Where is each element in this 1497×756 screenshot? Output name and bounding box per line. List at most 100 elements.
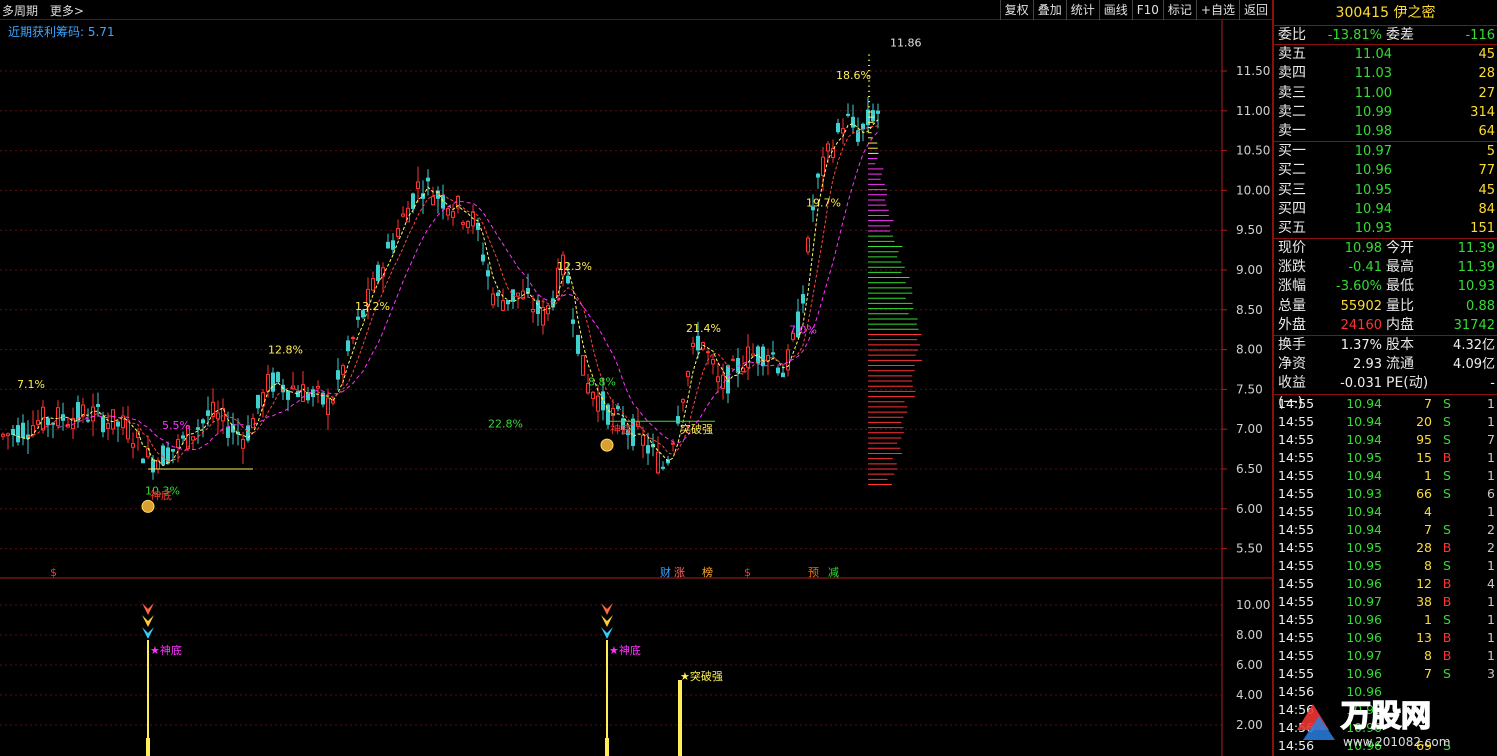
toolbar-button-1[interactable]: 叠加 [1032, 0, 1066, 20]
high-price-label: 11.86 [890, 36, 922, 49]
tick-row[interactable]: 14:55 10.95 8 S 1 [1274, 557, 1497, 575]
asks-label: 卖三 [1278, 84, 1306, 101]
candle-body [276, 372, 280, 383]
tick-side: S [1443, 485, 1451, 501]
tick-row[interactable]: 14:56 10.96 [1274, 683, 1497, 701]
candle-body [641, 434, 645, 446]
candle-body [841, 128, 845, 134]
candle-body [411, 193, 415, 209]
pct-label: 8.8% [588, 375, 616, 388]
tick-time: 14:55 [1278, 557, 1315, 573]
weibi-row: 委比 -13.81% 委差 -116 [1274, 26, 1497, 46]
stat-label: 股本 [1386, 337, 1414, 353]
tick-row[interactable]: 14:55 10.94 1 S 1 [1274, 467, 1497, 485]
tick-row[interactable]: 14:55 10.94 95 S 7 [1274, 431, 1497, 449]
candle-body [101, 416, 105, 433]
tick-side: B [1442, 539, 1452, 555]
tick-row[interactable]: 14:56 10.96 [1274, 701, 1497, 719]
bids-label: 买二 [1278, 162, 1306, 179]
candle-body [201, 419, 205, 424]
candle-body [836, 123, 840, 133]
pct-label: 7.1% [17, 378, 45, 391]
stat-value: 11.39 [1457, 260, 1495, 276]
tick-row[interactable]: 14:55 10.97 38 B 1 [1274, 593, 1497, 611]
tick-price: 10.95 [1346, 539, 1382, 555]
tick-price: 10.94 [1346, 431, 1382, 447]
candle-body [251, 418, 255, 429]
candle-body [781, 372, 785, 378]
tick-row[interactable]: 14:56 10.96 69 S [1274, 737, 1497, 755]
toolbar-button-2[interactable]: 统计 [1065, 0, 1099, 20]
kline-chart[interactable]: 11.50 11.00 10.50 10.00 9.50 9.00 8.50 8.00 7.50… [0, 20, 1272, 756]
more-button[interactable]: 更多> [50, 4, 84, 18]
asks-row: 卖三 11.00 27 [1274, 84, 1497, 103]
tick-row[interactable]: 14:55 10.95 15 B 1 [1274, 449, 1497, 467]
tick-price: 10.95 [1346, 557, 1382, 573]
toolbar-button-4[interactable]: F10 [1131, 0, 1163, 20]
candle-body [1, 433, 5, 437]
candle-body [376, 264, 380, 281]
candle-body [691, 342, 695, 347]
tick-volume [1382, 683, 1432, 701]
tick-price: 10.96 [1346, 737, 1382, 753]
weicha-value: -116 [1465, 28, 1495, 43]
asks-label: 卖四 [1278, 65, 1306, 82]
toolbar-button-0[interactable]: 复权 [999, 0, 1033, 20]
candle-body [601, 391, 605, 411]
tick-row[interactable]: 14:55 10.96 12 B 4 [1274, 575, 1497, 593]
candle-body [76, 402, 80, 421]
stat-label: 最高 [1386, 259, 1414, 276]
toolbar-button-6[interactable]: +自选 [1195, 0, 1239, 20]
candle-body [396, 228, 400, 237]
sub-signal-bar [605, 738, 609, 756]
tick-row[interactable]: 14:55 10.96 1 S 1 [1274, 611, 1497, 629]
tick-list[interactable]: 14:55 10.94 7 S 1 14:55 10.94 20 S 1 14:55 10.94 95 S… [1274, 395, 1497, 755]
tick-row[interactable]: 14:55 10.94 20 S 1 [1274, 413, 1497, 431]
stat-label: 总量 [1278, 297, 1306, 314]
tick-volume [1382, 701, 1432, 719]
tick-price: 10.96 [1346, 683, 1382, 699]
tick-count: 1 [1487, 503, 1495, 519]
candle-body [96, 404, 100, 407]
tick-volume: 7 [1424, 521, 1432, 537]
tick-row[interactable]: 14:55 10.95 28 B 2 [1274, 539, 1497, 557]
weicha-label: 委差 [1386, 27, 1414, 43]
sub-signal-bar [678, 680, 682, 756]
toolbar-button-7[interactable]: 返回 [1238, 0, 1272, 20]
tick-volume: 28 [1416, 539, 1432, 555]
tick-row[interactable]: 14:55 10.94 4 1 [1274, 503, 1497, 521]
candle-body [6, 433, 10, 437]
ma-long-line [57, 131, 879, 451]
bids-price: 10.93 [1354, 220, 1392, 236]
toolbar-button-5[interactable]: 标记 [1162, 0, 1196, 20]
tick-row[interactable]: 14:55 10.94 7 S 2 [1274, 521, 1497, 539]
tick-side: B [1442, 575, 1452, 591]
tick-side: B [1442, 449, 1452, 465]
quote1-row: 现价 10.98 今开 11.39 [1274, 239, 1497, 258]
chart-canvas[interactable]: 11.50 11.00 10.50 10.00 9.50 9.00 8.50 8.00 7.50… [0, 20, 1272, 756]
asks-label: 卖五 [1278, 46, 1306, 63]
candle-body [801, 294, 805, 304]
tick-row[interactable]: 14:55 10.96 7 S 3 [1274, 665, 1497, 683]
tick-volume: 38 [1416, 593, 1432, 609]
multi-period-button[interactable]: 多周期 [2, 4, 38, 18]
tick-time: 14:55 [1278, 449, 1315, 465]
tick-row[interactable]: 14:55 10.97 8 B 1 [1274, 647, 1497, 665]
candle-body [241, 438, 245, 449]
tick-side: S [1443, 413, 1451, 429]
tick-row[interactable]: 14:55 10.93 66 S 6 [1274, 485, 1497, 503]
candle-body [426, 177, 430, 182]
price-axis-label: 6.00 [1236, 502, 1263, 516]
tick-volume: 15 [1416, 449, 1432, 465]
bids-volume: 77 [1478, 163, 1495, 179]
candle-body [491, 293, 495, 306]
tick-row[interactable]: 14:56 10.96 [1274, 719, 1497, 737]
candle-body [821, 156, 825, 176]
tick-time: 14:56 [1278, 737, 1315, 753]
tick-row[interactable]: 14:55 10.96 13 B 1 [1274, 629, 1497, 647]
pct-label: 5.5% [162, 419, 190, 432]
tick-row[interactable]: 14:55 10.94 7 S 1 [1274, 395, 1497, 413]
toolbar-button-3[interactable]: 画线 [1098, 0, 1132, 20]
candle-body [226, 426, 230, 438]
bids-volume: 45 [1478, 182, 1495, 198]
